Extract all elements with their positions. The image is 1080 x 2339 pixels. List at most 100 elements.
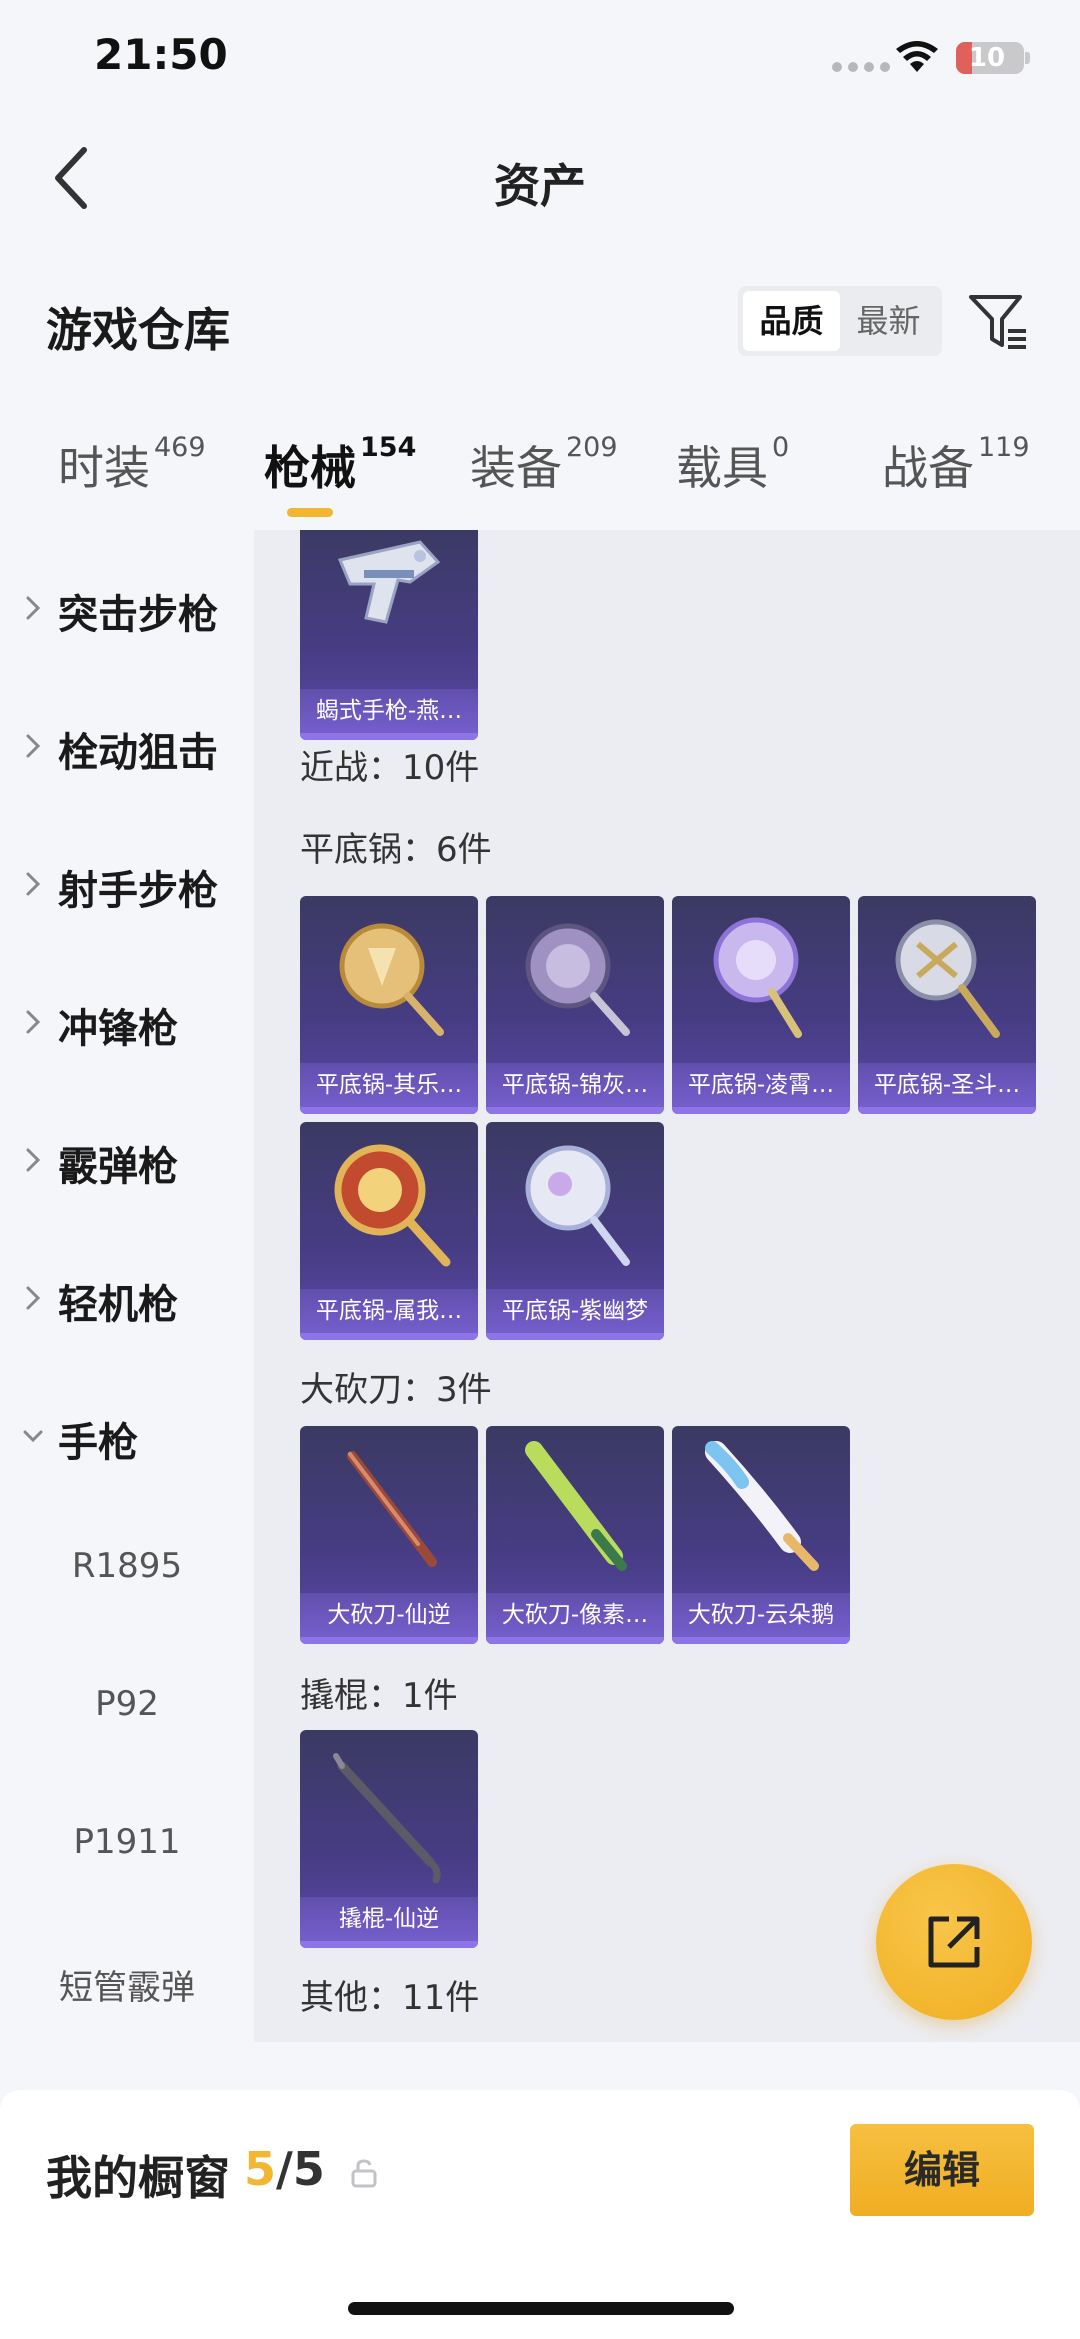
weapon-card[interactable]: 撬棍-仙逆 [300, 1730, 478, 1948]
unlock-icon [351, 2159, 377, 2188]
group-heading-pan: 平底锅：6件 [300, 830, 492, 870]
sidebar-item-marksman-rifle[interactable]: 射手步枪 [0, 844, 254, 924]
tab-label: 枪械 [264, 441, 356, 495]
weapon-card-label: 蝎式手枪-燕… [300, 689, 478, 733]
tab-count: 469 [154, 432, 206, 463]
showcase-total-count: /5 [276, 2142, 325, 2196]
sidebar-item-label: 冲锋枪 [58, 1006, 178, 1052]
page-title: 资产 [494, 159, 586, 213]
sidebar-item-smg[interactable]: 冲锋枪 [0, 982, 254, 1062]
tab-battle-gear[interactable]: 战备 119 [882, 432, 1030, 522]
sidebar-item-label: 栓动狙击 [58, 730, 218, 776]
machete-skin-image [347, 1451, 437, 1567]
weapon-card[interactable]: 平底锅-圣斗… [858, 896, 1036, 1114]
machete-skin-image [705, 1441, 819, 1571]
group-heading-other: 其他：11件 [300, 1978, 480, 2018]
machete-skin-image [525, 1441, 627, 1571]
pan-skin-image [525, 923, 630, 1036]
cellular-signal-icon [832, 62, 890, 72]
showcase-current-count: 5 [244, 2142, 277, 2196]
sidebar-subitem-p1911[interactable]: P1911 [0, 1822, 254, 1862]
wifi-icon [896, 41, 938, 72]
weapon-card-label: 大砍刀-云朵鹅 [672, 1593, 850, 1637]
pan-skin-image [895, 919, 1000, 1038]
filter-button[interactable] [966, 290, 1032, 356]
weapon-card-label: 平底锅-其乐… [300, 1063, 478, 1107]
weapon-card-label: 平底锅-锦灰… [486, 1063, 664, 1107]
showcase-count: 5/5 [244, 2142, 325, 2196]
tab-count: 0 [772, 432, 790, 463]
chevron-right-icon [26, 872, 41, 896]
pistol-skin-image [337, 540, 441, 624]
group-heading-melee: 近战：10件 [300, 748, 480, 788]
chevron-right-icon [26, 1286, 41, 1310]
weapon-card[interactable]: 平底锅-紫幽梦 [486, 1122, 664, 1340]
weapon-card[interactable]: 蝎式手枪-燕… [300, 530, 478, 740]
tab-firearms[interactable]: 枪械 154 [264, 432, 416, 522]
sidebar-item-shotgun[interactable]: 霰弹枪 [0, 1120, 254, 1200]
sidebar-item-label: 射手步枪 [58, 868, 218, 914]
tab-equipment[interactable]: 装备 209 [470, 432, 618, 522]
group-heading-machete: 大砍刀：3件 [300, 1370, 492, 1410]
sidebar-item-assault-rifle[interactable]: 突击步枪 [0, 568, 254, 648]
group-heading-crowbar: 撬棍：1件 [300, 1676, 458, 1716]
status-time: 21:50 [94, 30, 228, 79]
weapon-card-label: 撬棍-仙逆 [300, 1897, 478, 1941]
weapon-card[interactable]: 大砍刀-云朵鹅 [672, 1426, 850, 1644]
weapon-card-label: 平底锅-属我… [300, 1289, 478, 1333]
battery-icon: 10 [956, 42, 1024, 74]
weapon-card[interactable]: 平底锅-锦灰… [486, 896, 664, 1114]
tab-label: 战备 [882, 441, 974, 495]
sidebar-subitem-short-shotgun[interactable]: 短管霰弹 [0, 1960, 254, 2009]
tab-vehicles[interactable]: 载具 0 [676, 432, 789, 522]
sidebar-subitem-r1895[interactable]: R1895 [0, 1546, 254, 1586]
sidebar-item-label: 突击步枪 [58, 592, 218, 638]
chevron-right-icon [26, 596, 41, 620]
weapon-card[interactable]: 平底锅-属我… [300, 1122, 478, 1340]
chevron-right-icon [26, 1010, 41, 1034]
chevron-right-icon [26, 1148, 41, 1172]
tab-label: 时装 [58, 441, 150, 495]
showcase-title: 我的橱窗 [46, 2151, 230, 2205]
home-indicator [348, 2302, 734, 2315]
sidebar-item-bolt-sniper[interactable]: 栓动狙击 [0, 706, 254, 786]
status-bar: 21:50 10 [0, 0, 1080, 120]
weapon-card-label: 平底锅-紫幽梦 [486, 1289, 664, 1333]
sort-quality-option[interactable]: 品质 [743, 291, 840, 351]
weapon-category-sidebar: 突击步枪 栓动狙击 射手步枪 冲锋枪 霰弹枪 轻机枪 手枪 R1895 P92 … [0, 530, 254, 2042]
active-tab-indicator [287, 508, 333, 517]
weapon-card-label: 平底锅-凌霄… [672, 1063, 850, 1107]
weapon-card[interactable]: 平底锅-其乐… [300, 896, 478, 1114]
sort-toggle: 品质 最新 [738, 286, 942, 356]
weapon-card[interactable]: 大砍刀-仙逆 [300, 1426, 478, 1644]
pan-skin-image [525, 1145, 630, 1266]
sidebar-item-label: 手枪 [58, 1420, 138, 1466]
tab-count: 209 [566, 432, 618, 463]
warehouse-title: 游戏仓库 [46, 303, 230, 357]
chevron-down-icon [23, 1430, 43, 1443]
sidebar-subitem-p92[interactable]: P92 [0, 1684, 254, 1724]
weapon-card-label: 平底锅-圣斗… [858, 1063, 1036, 1107]
sidebar-item-label: 霰弹枪 [58, 1144, 178, 1190]
tab-label: 装备 [470, 441, 562, 495]
share-button[interactable] [876, 1864, 1032, 2020]
tab-fashion[interactable]: 时装 469 [58, 432, 206, 522]
filter-icon [969, 295, 1026, 349]
weapon-list-panel: 蝎式手枪-燕… 近战：10件 平底锅：6件 平底锅-其乐… 平底锅-锦灰… 平底… [254, 530, 1080, 2042]
battery-level: 10 [968, 43, 1006, 73]
weapon-card[interactable]: 平底锅-凌霄… [672, 896, 850, 1114]
weapon-card[interactable]: 大砍刀-像素… [486, 1426, 664, 1644]
pan-skin-image [713, 917, 802, 1038]
weapon-card-label: 大砍刀-像素… [486, 1593, 664, 1637]
share-icon [928, 1916, 980, 1968]
pan-skin-image [339, 923, 444, 1036]
edit-button[interactable]: 编辑 [850, 2124, 1034, 2216]
tab-count: 154 [360, 432, 417, 463]
crowbar-skin-image [333, 1753, 441, 1884]
battery-cap [1025, 52, 1030, 64]
sidebar-item-pistol[interactable]: 手枪 [0, 1396, 254, 1476]
sidebar-item-lmg[interactable]: 轻机枪 [0, 1258, 254, 1338]
sort-latest-option[interactable]: 最新 [840, 291, 937, 351]
tab-label: 载具 [676, 441, 768, 495]
tab-count: 119 [978, 432, 1030, 463]
